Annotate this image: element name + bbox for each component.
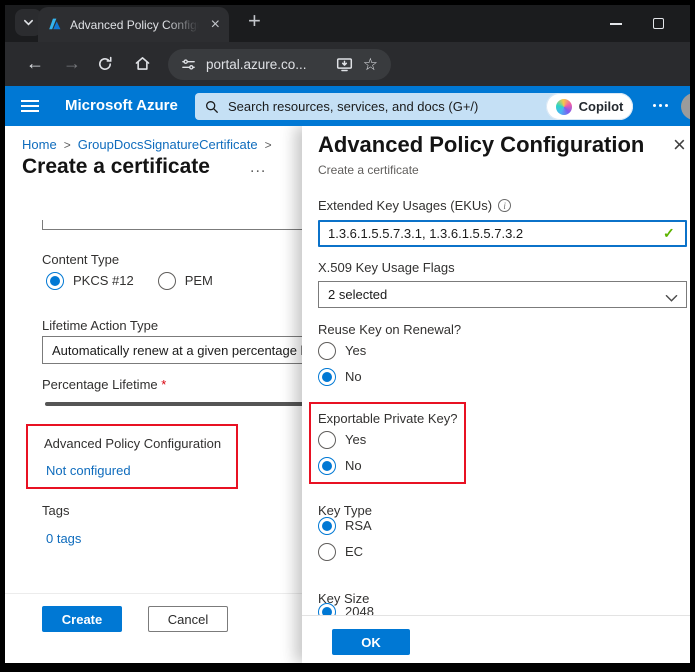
hamburger-menu-icon[interactable] (21, 100, 39, 112)
percentage-lifetime-label: Percentage Lifetime * (42, 377, 166, 392)
bookmark-star-icon[interactable]: ☆ (363, 56, 378, 73)
lifetime-action-type-value: Automatically renew at a given percentag… (52, 343, 306, 358)
breadcrumb-separator: > (265, 138, 272, 152)
panel-close-icon[interactable]: × (673, 132, 686, 158)
info-icon[interactable]: i (498, 199, 511, 212)
reload-button[interactable] (97, 56, 113, 75)
eku-input[interactable] (318, 220, 687, 247)
browser-tab[interactable]: Advanced Policy Configuration × (38, 7, 229, 42)
panel-title: Advanced Policy Configuration (318, 132, 644, 158)
browser-window: Advanced Policy Configuration × + ← → po… (0, 0, 695, 672)
radio-pkcs12-label[interactable]: PKCS #12 (73, 272, 134, 290)
azure-favicon (47, 17, 62, 32)
exportable-label: Exportable Private Key? (318, 411, 457, 426)
copilot-icon (556, 99, 572, 115)
content-type-radio-group: PKCS #12 PEM (46, 272, 213, 290)
radio-reuse-no[interactable] (318, 368, 336, 386)
exportable-yes-row: Yes (318, 431, 366, 449)
home-button[interactable] (134, 55, 151, 75)
home-icon (134, 55, 151, 72)
radio-pem[interactable] (158, 272, 176, 290)
radio-reuse-yes-label[interactable]: Yes (345, 342, 366, 360)
radio-pem-label[interactable]: PEM (185, 272, 213, 290)
address-bar[interactable]: portal.azure.co... ☆ (168, 49, 391, 80)
eku-label-row: Extended Key Usages (EKUs) i (318, 198, 511, 213)
more-menu-icon[interactable]: ... (250, 159, 266, 177)
radio-exportable-yes-label[interactable]: Yes (345, 431, 366, 449)
breadcrumb-separator: > (64, 138, 71, 152)
copilot-button[interactable]: Copilot (546, 93, 633, 120)
exportable-no-row: No (318, 457, 362, 475)
x509-label: X.509 Key Usage Flags (318, 260, 455, 275)
ok-button[interactable]: OK (332, 629, 410, 655)
more-options-icon[interactable] (653, 104, 668, 107)
maximize-button[interactable] (643, 5, 673, 42)
copilot-label: Copilot (579, 99, 624, 114)
lifetime-action-type-select[interactable]: Automatically renew at a given percentag… (42, 336, 308, 364)
radio-rsa[interactable] (318, 517, 336, 535)
valid-check-icon: ✓ (663, 225, 675, 242)
key-type-rsa-row: RSA (318, 517, 372, 535)
chevron-down-icon (665, 290, 678, 308)
minimize-icon (610, 23, 622, 25)
content-type-label: Content Type (42, 252, 119, 267)
not-configured-link[interactable]: Not configured (46, 463, 131, 478)
azure-brand[interactable]: Microsoft Azure (65, 86, 178, 126)
install-app-icon[interactable] (336, 56, 353, 73)
url-text[interactable]: portal.azure.co... (206, 57, 326, 72)
radio-reuse-no-label[interactable]: No (345, 368, 362, 386)
chevron-down-icon (23, 17, 34, 28)
radio-reuse-yes[interactable] (318, 342, 336, 360)
new-tab-button[interactable]: + (248, 8, 261, 34)
footer-divider (5, 593, 302, 594)
reuse-yes-row: Yes (318, 342, 366, 360)
create-button[interactable]: Create (42, 606, 122, 632)
partial-input-field[interactable] (42, 220, 308, 230)
lifetime-action-type-label: Lifetime Action Type (42, 318, 158, 333)
radio-pkcs12[interactable] (46, 272, 64, 290)
reuse-no-row: No (318, 368, 362, 386)
browser-toolbar: ← → portal.azure.co... ☆ (5, 42, 690, 86)
radio-exportable-yes[interactable] (318, 431, 336, 449)
cancel-button[interactable]: Cancel (148, 606, 228, 632)
tab-close-icon[interactable]: × (211, 17, 220, 33)
tags-link[interactable]: 0 tags (46, 531, 81, 546)
advanced-policy-label: Advanced Policy Configuration (44, 436, 221, 451)
back-button[interactable]: ← (26, 54, 44, 72)
x509-select[interactable]: 2 selected (318, 281, 687, 308)
tags-label: Tags (42, 503, 69, 518)
azure-header: Microsoft Azure Copilot (5, 86, 690, 126)
reuse-key-label: Reuse Key on Renewal? (318, 322, 461, 337)
eku-label: Extended Key Usages (EKUs) (318, 198, 492, 213)
avatar[interactable] (681, 93, 690, 120)
portal-content: Home > GroupDocsSignatureCertificate > C… (5, 126, 690, 663)
tab-title: Advanced Policy Configuration (70, 18, 203, 32)
panel-footer: OK (302, 615, 690, 663)
key-type-label: Key Type (318, 503, 372, 518)
page-title: Create a certificate (22, 155, 210, 179)
site-settings-icon[interactable] (181, 57, 196, 72)
breadcrumb: Home > GroupDocsSignatureCertificate > (22, 137, 272, 152)
breadcrumb-parent-link[interactable]: GroupDocsSignatureCertificate (78, 137, 258, 152)
tab-strip: Advanced Policy Configuration × + (5, 5, 690, 42)
minimize-button[interactable] (601, 5, 631, 42)
radio-ec[interactable] (318, 543, 336, 561)
percentage-lifetime-slider[interactable] (45, 402, 307, 406)
panel-subtitle: Create a certificate (318, 163, 419, 177)
radio-exportable-no[interactable] (318, 457, 336, 475)
radio-rsa-label[interactable]: RSA (345, 517, 372, 535)
search-icon (205, 100, 219, 114)
x509-value: 2 selected (328, 287, 387, 302)
radio-exportable-no-label[interactable]: No (345, 457, 362, 475)
breadcrumb-home-link[interactable]: Home (22, 137, 57, 152)
radio-ec-label[interactable]: EC (345, 543, 363, 561)
percentage-lifetime-label-text: Percentage Lifetime (42, 377, 158, 392)
reload-icon (97, 56, 113, 72)
key-type-ec-row: EC (318, 543, 363, 561)
required-asterisk: * (161, 377, 166, 392)
forward-button[interactable]: → (63, 54, 81, 72)
annotation-box-advanced-policy (26, 424, 238, 489)
maximize-icon (653, 18, 664, 29)
